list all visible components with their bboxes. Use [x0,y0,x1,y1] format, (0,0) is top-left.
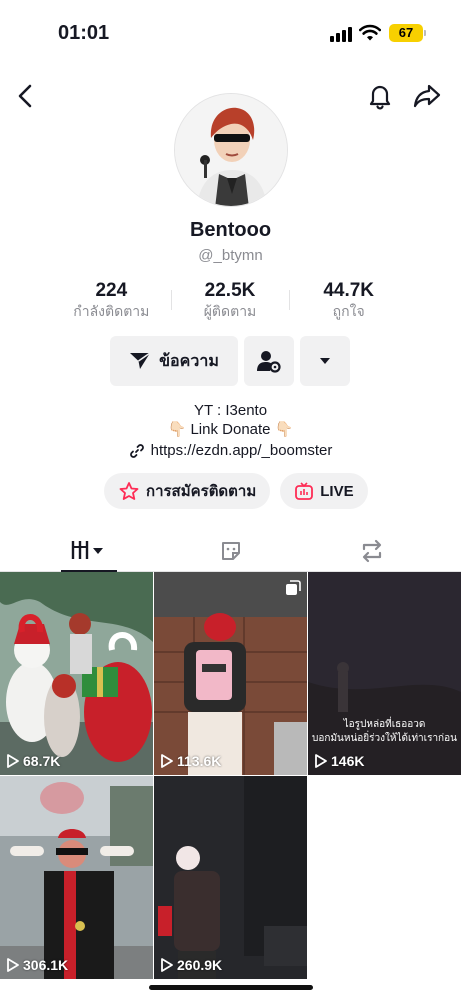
subscription-star-icon [119,482,139,500]
view-count-text: 68.7K [23,753,61,769]
chevron-left-icon [18,84,32,108]
live-button[interactable]: LIVE [280,473,368,509]
share-profile-button[interactable] [411,80,443,112]
stat-following[interactable]: 224 กำลังติดตาม [52,280,171,324]
content-tabs [0,530,461,572]
stat-likes[interactable]: 44.7K ถูกใจ [289,280,408,324]
profile-avatar[interactable] [174,93,288,207]
video-thumbnail[interactable]: ไอรูปหล่อที่เธออวด บอกมันหน่อยิ่ร่วงให้ไ… [308,572,461,775]
view-count: 306.1K [7,957,68,973]
profile-link-text: https://ezdn.app/_boomster [150,442,333,459]
tab-videos[interactable] [61,530,117,572]
link-icon [129,443,144,458]
bell-icon [369,85,391,110]
back-button[interactable] [10,80,42,112]
stat-followers-label: ผู้ติดตาม [203,303,257,319]
bio-line-donate: 👇🏻 Link Donate 👇🏻 [167,421,294,438]
live-label: LIVE [320,482,354,500]
play-icon [161,754,173,768]
message-button[interactable]: ข้อความ [110,336,238,386]
video-thumbnail[interactable]: 113.6K [154,572,307,775]
play-icon [7,958,19,972]
thumbnail-image [154,572,307,775]
more-options-dropdown[interactable] [300,336,350,386]
view-count: 68.7K [7,753,60,769]
video-thumbnail[interactable]: 68.7K [0,572,153,775]
stat-likes-value: 44.7K [323,280,375,301]
profile-pills: การสมัครติดตาม LIVE [104,473,368,509]
status-bar: 01:01 67 [0,0,461,60]
video-caption-line: ไอรูปหล่อที่เธออวด [343,719,426,730]
view-count-text: 260.9K [177,957,223,973]
sticker-icon [222,542,240,560]
view-count-text: 306.1K [23,957,69,973]
cellular-signal-icon [330,26,352,42]
follow-settings-button[interactable] [244,336,294,386]
view-count-text: 146K [331,753,365,769]
battery-indicator: 67 [389,24,426,42]
play-icon [161,958,173,972]
bio-line-youtube: YT : I3ento [193,402,268,419]
stat-following-value: 224 [95,280,128,301]
tab-reposts[interactable] [344,530,400,572]
play-icon [7,754,19,768]
view-count: 260.9K [161,957,222,973]
notification-bell-button[interactable] [364,80,396,112]
profile-actions: ข้อความ [110,336,350,386]
play-icon [315,754,327,768]
status-time: 01:01 [58,22,110,44]
message-button-label: ข้อความ [159,352,219,370]
video-thumbnail[interactable]: 306.1K [0,776,153,979]
send-icon [130,352,151,369]
user-gear-icon [257,351,281,373]
profile-link[interactable]: https://ezdn.app/_boomster [0,442,461,459]
wifi-icon [359,24,381,41]
video-thumbnail[interactable]: 260.9K [154,776,307,979]
share-arrow-icon [413,84,441,108]
tab-favorites[interactable] [203,530,259,572]
stat-following-label: กำลังติดตาม [73,303,150,319]
stat-followers-value: 22.5K [204,280,256,301]
stat-likes-label: ถูกใจ [332,303,365,319]
profile-name: Bentooo [189,219,272,241]
subscribe-label: การสมัครติดตาม [146,483,257,500]
subscribe-button[interactable]: การสมัครติดตาม [104,473,271,509]
home-indicator[interactable] [149,985,313,990]
caret-down-icon [320,358,330,364]
thumbnail-image [0,776,153,979]
thumbnail-image [154,776,307,979]
avatar-illustration [175,94,287,206]
view-count: 146K [315,753,364,769]
repost-icon [362,539,382,563]
live-tv-icon [295,482,314,500]
stat-followers[interactable]: 22.5K ผู้ติดตาม [170,280,290,324]
multi-photo-icon [286,580,301,595]
view-count: 113.6K [161,753,221,769]
profile-stats: 224 กำลังติดตาม 22.5K ผู้ติดตาม 44.7K ถู… [52,280,408,324]
profile-handle: @_btymn [198,247,263,264]
thumbnail-image [0,572,153,775]
video-caption-line: บอกมันหน่อยิ่ร่วงให้ได้เท่าเราก่อน [312,733,457,744]
view-count-text: 113.6K [177,753,222,769]
grid-bars-icon [71,541,103,559]
